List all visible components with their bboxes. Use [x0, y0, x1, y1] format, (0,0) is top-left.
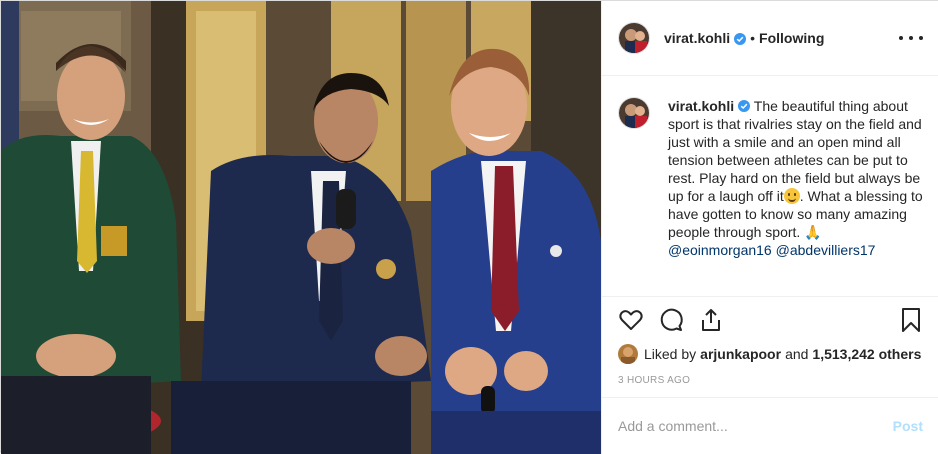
post-side-panel: virat.kohli • Following virat.kohli The … — [601, 1, 938, 454]
header-separator: • — [750, 30, 756, 46]
more-dot — [899, 36, 903, 40]
caption-username[interactable]: virat.kohli — [668, 98, 734, 114]
following-button[interactable]: Following — [759, 30, 824, 46]
comment-bar: Post — [602, 397, 938, 453]
share-icon[interactable] — [698, 307, 724, 333]
liker-avatar[interactable] — [618, 344, 638, 364]
liker-username[interactable]: arjunkapoor — [700, 346, 781, 362]
post-header: virat.kohli • Following — [602, 1, 938, 76]
avatar-image — [619, 23, 649, 53]
post-timestamp[interactable]: 3 HOURS AGO — [618, 375, 690, 386]
photo-illustration — [1, 1, 601, 454]
header-username[interactable]: virat.kohli — [664, 30, 730, 46]
more-dot — [909, 36, 913, 40]
comment-input[interactable] — [618, 417, 893, 434]
bookmark-icon[interactable] — [898, 307, 924, 333]
more-dot — [919, 36, 923, 40]
caption-text: virat.kohli The beautiful thing about sp… — [668, 97, 923, 259]
more-options-icon[interactable] — [899, 29, 923, 47]
avatar-image — [619, 98, 649, 128]
likes-conjunction: and — [785, 346, 809, 362]
comment-icon[interactable] — [658, 307, 684, 333]
grinning-face-emoji-icon — [783, 188, 800, 204]
likes-count[interactable]: 1,513,242 others — [812, 346, 921, 362]
mention-link[interactable]: @eoinmorgan16 — [668, 242, 772, 258]
caption-area: virat.kohli The beautiful thing about sp… — [602, 77, 938, 297]
verified-badge-icon — [738, 98, 751, 112]
likes-prefix: Liked by — [644, 346, 697, 362]
verified-badge-icon — [734, 32, 747, 45]
post-photo[interactable] — [1, 1, 601, 454]
avatar[interactable] — [618, 22, 650, 54]
likes-summary: Liked by arjunkapoor and 1,513,242 other… — [618, 343, 925, 365]
caption-avatar[interactable] — [618, 97, 650, 129]
action-bar — [618, 307, 923, 335]
post-comment-button[interactable]: Post — [893, 418, 923, 434]
instagram-post: virat.kohli • Following virat.kohli The … — [0, 0, 938, 454]
heart-icon[interactable] — [618, 307, 644, 333]
mention-link[interactable]: @abdevilliers17 — [776, 242, 876, 258]
caption-row: virat.kohli The beautiful thing about sp… — [618, 97, 923, 259]
